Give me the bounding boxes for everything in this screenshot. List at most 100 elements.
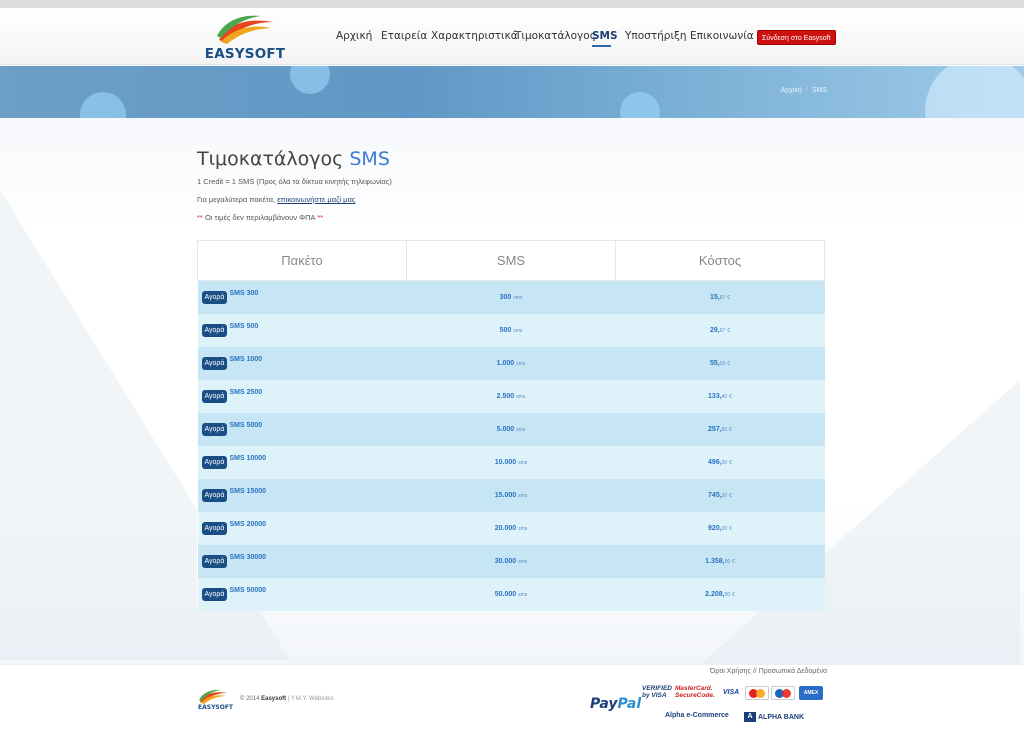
package-cell: ΑγοράSMS 5000	[197, 412, 407, 446]
footer: Όροι Χρήσης // Προσωπικά Δεδομένα EASYSO…	[0, 664, 1024, 735]
cost-integer: 2.208,	[705, 590, 725, 598]
buy-button[interactable]: Αγορά	[201, 455, 228, 469]
alpha-ecommerce-logo: Alpha e-Commerce	[665, 712, 729, 719]
table-row: ΑγοράSMS 10000 10.000 sms 496,00 €	[197, 445, 825, 479]
sms-count: 30.000	[494, 557, 517, 565]
paypal-logo-part: Pay	[590, 696, 618, 712]
buy-button[interactable]: Αγορά	[201, 422, 228, 436]
package-name: SMS 2500	[229, 388, 263, 396]
login-button[interactable]: Σύνδεση στο Easysoft	[757, 30, 836, 45]
active-nav-indicator	[592, 45, 611, 47]
nav-item-pricelist[interactable]: Τιμοκατάλογος	[515, 30, 596, 42]
swoosh-logo-icon	[217, 15, 273, 44]
sms-count: 500	[499, 326, 512, 334]
sms-unit: sms	[518, 525, 528, 532]
sms-unit: sms	[518, 591, 528, 598]
buy-button[interactable]: Αγορά	[201, 554, 228, 568]
buy-button[interactable]: Αγορά	[201, 389, 228, 403]
cost-decimal: 00	[721, 459, 728, 466]
nav-item-features[interactable]: Χαρακτηριστικά	[431, 30, 518, 42]
buy-button[interactable]: Αγορά	[201, 587, 228, 601]
package-cell: ΑγοράSMS 300	[197, 280, 407, 314]
column-header-cost: Κόστος	[615, 240, 825, 281]
cost-integer: 29,	[709, 326, 720, 334]
currency-symbol: €	[732, 558, 735, 565]
table-row: ΑγοράSMS 50000 50.000 sms 2.208,00 €	[197, 577, 825, 611]
cost-integer: 257,	[708, 425, 722, 433]
nav-item-home[interactable]: Αρχική	[336, 30, 372, 42]
currency-symbol: €	[729, 393, 732, 400]
package-cell: ΑγοράSMS 500	[197, 313, 407, 347]
alpha-bank-icon: A	[744, 712, 756, 722]
sms-unit: sms	[516, 393, 526, 400]
nav-item-contact[interactable]: Επικοινωνία	[690, 30, 754, 42]
currency-symbol: €	[727, 294, 731, 301]
sms-count: 5.000	[496, 425, 515, 433]
currency-symbol: €	[727, 360, 731, 367]
cost-decimal: 00	[724, 591, 731, 598]
nav-item-sms[interactable]: SMS	[592, 30, 618, 42]
decorative-bubble	[80, 92, 126, 118]
cost-integer: 745,	[708, 491, 722, 499]
footer-logo-wordmark: EASYSOFT	[198, 704, 234, 711]
sms-unit: sms	[513, 327, 523, 334]
copyright-brand: Easysoft	[261, 696, 287, 702]
buy-button[interactable]: Αγορά	[201, 488, 228, 502]
sms-count: 20.000	[494, 524, 517, 532]
vat-note-text: Οι τιμές δεν περιλαμβάνουν ΦΠΑ	[204, 213, 316, 222]
top-navigation-bar: EASYSOFT Αρχική Εταιρεία Χαρακτηριστικά …	[0, 8, 1024, 65]
copyright-year: © 2014	[240, 696, 260, 702]
buy-button[interactable]: Αγορά	[201, 323, 228, 337]
decorative-bubble	[925, 66, 1024, 118]
column-header-sms: SMS	[406, 240, 616, 281]
package-name: SMS 300	[229, 290, 259, 298]
alpha-bank-label: ALPHA BANK	[758, 713, 805, 721]
package-cell: ΑγοράSMS 1000	[197, 346, 407, 380]
contact-us-link[interactable]: επικοινωνήστε μαζί μας	[277, 195, 355, 204]
breadcrumb: Αρχική / SMS	[781, 87, 827, 94]
table-row: ΑγοράSMS 20000 20.000 sms 920,00 €	[197, 511, 825, 545]
cost-cell: 29,67 €	[615, 313, 825, 347]
footer-logo[interactable]: EASYSOFT	[198, 689, 234, 713]
buy-button[interactable]: Αγορά	[201, 290, 228, 304]
cost-decimal: 50	[724, 558, 731, 565]
cost-cell: 55,00 €	[615, 346, 825, 380]
sms-count-cell: 2.500 sms	[406, 379, 616, 413]
easysoft-logo[interactable]: EASYSOFT	[199, 14, 291, 66]
sms-unit: sms	[513, 294, 523, 301]
sms-count-cell: 300 sms	[406, 280, 616, 314]
copyright-credit: | Y.M.Y. Websites	[287, 696, 334, 702]
buy-button[interactable]: Αγορά	[201, 521, 228, 535]
sms-count-cell: 1.000 sms	[406, 346, 616, 380]
package-name: SMS 50000	[229, 586, 267, 594]
footer-links[interactable]: Όροι Χρήσης // Προσωπικά Δεδομένα	[710, 668, 827, 675]
cost-cell: 2.208,00 €	[615, 577, 825, 611]
maestro-card-icon	[771, 686, 795, 700]
currency-symbol: €	[729, 459, 732, 466]
table-header-row: Πακέτο SMS Κόστος	[197, 240, 825, 281]
cost-decimal: 87	[719, 294, 726, 301]
package-cell: ΑγοράSMS 2500	[197, 379, 407, 413]
currency-symbol: €	[727, 327, 731, 334]
sms-count: 300	[499, 293, 512, 301]
verified-by-visa-logo: VERIFIED by VISA	[642, 685, 672, 699]
sms-count-cell: 5.000 sms	[406, 412, 616, 446]
nav-item-company[interactable]: Εταιρεία	[381, 30, 427, 42]
package-name: SMS 10000	[229, 454, 267, 462]
cost-cell: 496,00 €	[615, 445, 825, 479]
cost-decimal: 30	[721, 492, 728, 499]
breadcrumb-home[interactable]: Αρχική	[781, 87, 802, 94]
breadcrumb-current: SMS	[811, 87, 827, 94]
currency-symbol: €	[729, 525, 732, 532]
top-strip	[0, 0, 1024, 8]
buy-button[interactable]: Αγορά	[201, 356, 228, 370]
vat-note: ** Οι τιμές δεν περιλαμβάνουν ΦΠΑ **	[197, 213, 323, 222]
table-row: ΑγοράSMS 15000 15.000 sms 745,30 €	[197, 478, 825, 512]
nav-item-support[interactable]: Υποστήριξη	[625, 30, 687, 42]
decorative-bubble	[290, 66, 330, 94]
paypal-logo: PayPal	[590, 696, 641, 712]
package-cell: ΑγοράSMS 30000	[197, 544, 407, 578]
sms-price-table: Πακέτο SMS Κόστος ΑγοράSMS 300 300 sms 15,…	[197, 240, 825, 611]
currency-symbol: €	[729, 426, 732, 433]
sms-count-cell: 20.000 sms	[406, 511, 616, 545]
